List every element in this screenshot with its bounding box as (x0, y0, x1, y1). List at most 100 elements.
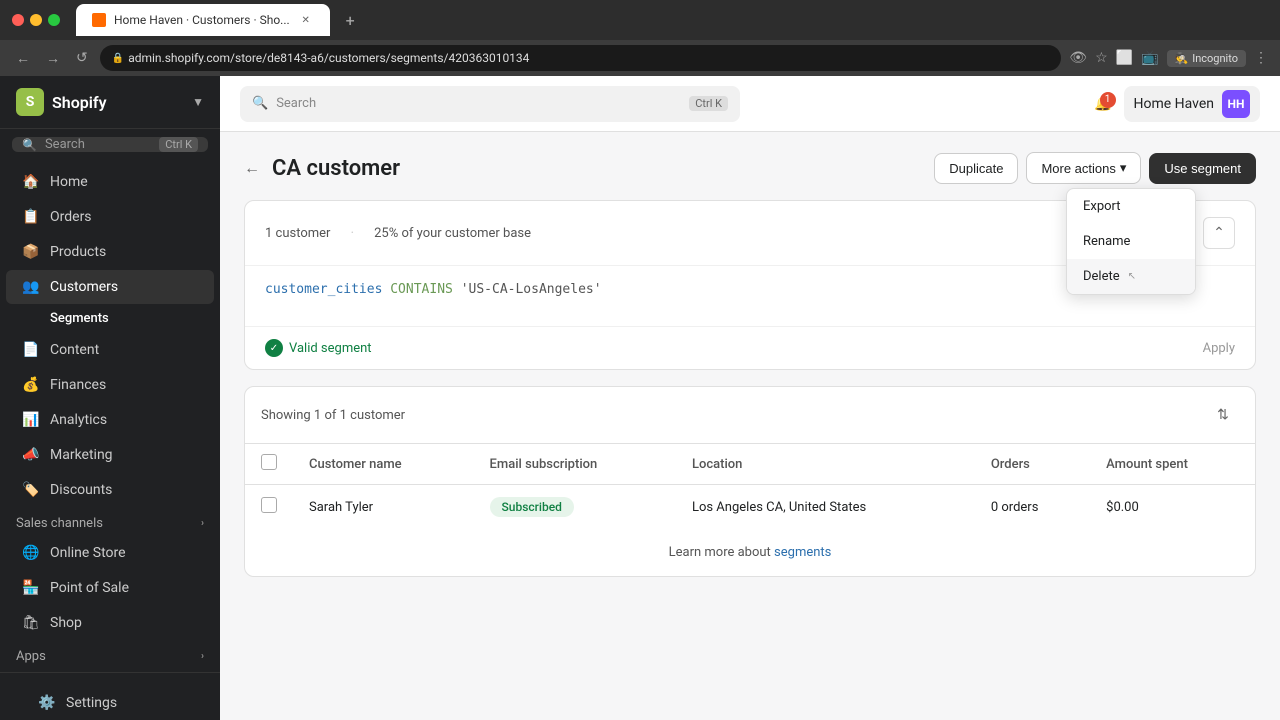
sidebar-item-shop[interactable]: 🛍 Shop (6, 606, 214, 640)
amount-spent-header: Amount spent (1090, 444, 1255, 485)
sales-channels-chevron[interactable]: › (201, 518, 204, 529)
sidebar-item-segments[interactable]: Segments (6, 305, 214, 332)
tab-close-btn[interactable]: ✕ (298, 12, 314, 28)
segments-link[interactable]: segments (774, 545, 831, 560)
back-button[interactable]: ← (244, 158, 260, 178)
lock-icon: 🔒 (112, 53, 124, 64)
address-bar-row: ← → ↺ 🔒 admin.shopify.com/store/de8143-a… (0, 40, 1280, 76)
sidebar-item-orders-label: Orders (50, 209, 92, 225)
orders-value: 0 orders (991, 500, 1039, 515)
sidebar-item-finances-label: Finances (50, 377, 106, 393)
topbar-search[interactable]: 🔍 Search Ctrl K (240, 86, 740, 122)
sidebar-item-point-of-sale[interactable]: 🏪 Point of Sale (6, 571, 214, 605)
sidebar-item-home[interactable]: 🏠 Home (6, 165, 214, 199)
subscribed-badge: Subscribed (490, 497, 574, 517)
minimize-window-btn[interactable] (30, 14, 42, 26)
apps-section: Apps › (0, 641, 220, 668)
sidebar-item-customers-label: Customers (50, 279, 118, 295)
incognito-icon: 🕵 (1175, 52, 1189, 65)
tab-favicon (92, 13, 106, 27)
apply-button[interactable]: Apply (1203, 341, 1235, 356)
table-header-row: Showing 1 of 1 customer ⇅ (245, 387, 1255, 444)
table-sort-btn[interactable]: ⇅ (1207, 399, 1239, 431)
notifications-btn[interactable]: 🔔 1 (1094, 96, 1111, 112)
apps-chevron[interactable]: › (201, 651, 204, 662)
sidebar-item-orders[interactable]: 📋 Orders (6, 200, 214, 234)
store-name: Home Haven (1134, 96, 1215, 112)
store-switcher-btn[interactable]: Home Haven HH (1124, 86, 1261, 122)
shopify-logo[interactable]: S Shopify (16, 88, 107, 116)
sidebar-item-content[interactable]: 📄 Content (6, 333, 214, 367)
finances-icon: 💰 (22, 376, 40, 394)
showing-text: Showing 1 of 1 customer (261, 408, 405, 423)
more-actions-dropdown: Export Rename Delete↖ (1066, 188, 1196, 295)
orders-cell: 0 orders (975, 485, 1090, 530)
sidebar-item-settings[interactable]: ⚙️ Settings (22, 686, 198, 720)
settings-icon: ⚙️ (38, 694, 56, 712)
orders-icon: 📋 (22, 208, 40, 226)
sidebar-item-marketing[interactable]: 📣 Marketing (6, 438, 214, 472)
duplicate-button[interactable]: Duplicate (934, 153, 1018, 184)
browser-tab[interactable]: Home Haven · Customers · Sho... ✕ (76, 4, 330, 36)
rename-menu-item[interactable]: Rename (1067, 224, 1195, 259)
sidebar-search[interactable]: 🔍 Search Ctrl K (12, 137, 208, 152)
table-header: Customer name Email subscription Locatio… (245, 444, 1255, 485)
page-header-actions: Duplicate More actions ▾ Export Rename D… (934, 152, 1256, 184)
customers-icon: 👥 (22, 278, 40, 296)
sidebar-item-point-of-sale-label: Point of Sale (50, 580, 129, 596)
shop-icon: 🛍 (22, 614, 40, 632)
sidebar-collapse-btn[interactable]: ▼ (192, 95, 204, 109)
notifications-badge: 1 (1100, 92, 1116, 108)
row-select-checkbox[interactable] (261, 497, 277, 513)
forward-navigation-btn[interactable]: → (42, 46, 64, 71)
page-header: ← CA customer Duplicate More actions ▾ E… (244, 152, 1256, 184)
address-bar[interactable]: 🔒 admin.shopify.com/store/de8143-a6/cust… (100, 45, 1062, 71)
cast-icon[interactable]: 📺 (1141, 50, 1158, 66)
extensions-icon[interactable]: ⬜ (1116, 50, 1133, 66)
url-text: admin.shopify.com/store/de8143-a6/custom… (128, 51, 529, 65)
sidebar-item-online-store[interactable]: 🌐 Online Store (6, 536, 214, 570)
select-all-checkbox[interactable] (261, 454, 277, 470)
delete-menu-item[interactable]: Delete↖ (1067, 259, 1195, 294)
window-controls (12, 14, 60, 26)
topbar: 🔍 Search Ctrl K 🔔 1 Home Haven HH (220, 76, 1280, 132)
reload-btn[interactable]: ↺ (72, 46, 92, 70)
sales-channels-section: Sales channels › (0, 508, 220, 535)
sidebar-item-marketing-label: Marketing (50, 447, 113, 463)
home-icon: 🏠 (22, 173, 40, 191)
sort-toggle-btn[interactable]: ⌃ (1203, 217, 1235, 249)
sidebar-item-discounts-label: Discounts (50, 482, 112, 498)
location-cell: Los Angeles CA, United States (676, 485, 975, 530)
shopify-logo-icon: S (16, 88, 44, 116)
sidebar-item-discounts[interactable]: 🏷️ Discounts (6, 473, 214, 507)
sidebar-header: S Shopify ▼ (0, 76, 220, 129)
sidebar-item-analytics[interactable]: 📊 Analytics (6, 403, 214, 437)
products-icon: 📦 (22, 243, 40, 261)
customer-name-link[interactable]: Sarah Tyler (309, 500, 373, 515)
topbar-search-icon: 🔍 (252, 96, 268, 111)
export-menu-item[interactable]: Export (1067, 189, 1195, 224)
maximize-window-btn[interactable] (48, 14, 60, 26)
page-title: CA customer (272, 156, 400, 181)
back-navigation-btn[interactable]: ← (12, 46, 34, 71)
sidebar-item-content-label: Content (50, 342, 99, 358)
more-actions-button[interactable]: More actions ▾ (1026, 152, 1141, 184)
sidebar-item-customers[interactable]: 👥 Customers (6, 270, 214, 304)
sidebar-item-finances[interactable]: 💰 Finances (6, 368, 214, 402)
sidebar-item-settings-label: Settings (66, 695, 117, 711)
new-tab-btn[interactable]: + (338, 7, 363, 34)
valid-segment-badge: ✓ Valid segment (265, 339, 372, 357)
close-window-btn[interactable] (12, 14, 24, 26)
bookmark-icon[interactable]: ☆ (1095, 50, 1108, 66)
use-segment-button[interactable]: Use segment (1149, 153, 1256, 184)
segment-footer: ✓ Valid segment Apply (245, 326, 1255, 369)
cursor-indicator: ↖ (1128, 271, 1136, 282)
sidebar-item-products[interactable]: 📦 Products (6, 235, 214, 269)
amount-spent-value: $0.00 (1106, 500, 1139, 515)
customers-table: Customer name Email subscription Locatio… (245, 444, 1255, 529)
browser-menu-btn[interactable]: ⋮ (1254, 50, 1268, 66)
customer-percentage: 25% of your customer base (374, 226, 531, 241)
browser-chrome: Home Haven · Customers · Sho... ✕ + (0, 0, 1280, 40)
valid-segment-text: Valid segment (289, 341, 372, 356)
sidebar-item-segments-label: Segments (50, 311, 109, 326)
